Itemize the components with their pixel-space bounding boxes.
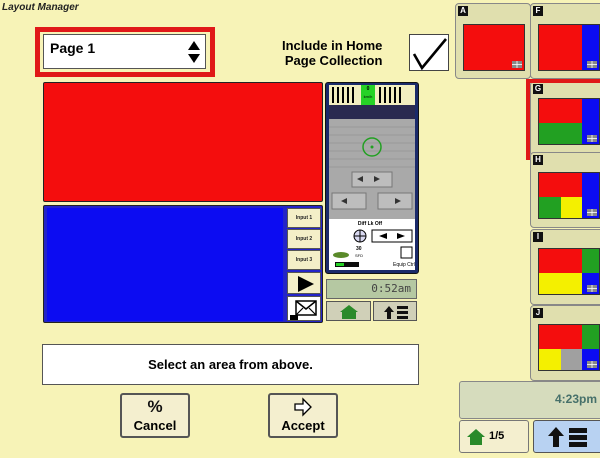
cancel-button[interactable]: % Cancel (120, 393, 190, 438)
layout-thumb-j (538, 324, 600, 371)
layout-letter-a: A (458, 6, 468, 16)
home-page-button[interactable]: 1/5 (459, 420, 529, 453)
up-menu-icon (548, 427, 587, 447)
home-icon (340, 305, 358, 319)
equip-ctrl-label: Equip Ctrl (393, 262, 415, 268)
monitor-dark-bar (329, 105, 415, 119)
layout-letter-h: H (533, 155, 543, 165)
mail-button[interactable] (287, 296, 321, 321)
layout-thumb-a (463, 24, 525, 71)
spinner-arrows-icon[interactable] (187, 40, 201, 64)
grid-icon (587, 209, 597, 216)
grid-icon (587, 361, 597, 368)
layout-thumb-i (538, 248, 600, 295)
layout-thumb-f (538, 24, 600, 71)
checkmark-icon (412, 38, 448, 71)
layout-letter-i: I (533, 232, 543, 242)
play-icon (298, 276, 314, 292)
clock-display: 4:23pm (459, 381, 600, 419)
monitor-menu-button[interactable] (373, 301, 417, 321)
layout-letter-j: J (533, 308, 543, 318)
cancel-label: Cancel (133, 418, 177, 433)
up-menu-icon (384, 306, 408, 319)
accept-button[interactable]: Accept (268, 393, 338, 438)
envelope-icon (290, 300, 317, 320)
monitor-clock: 0:52am (326, 279, 417, 299)
page-selector[interactable]: Page 1 (43, 34, 206, 69)
monitor-field-view (329, 119, 415, 219)
monitor-home-button[interactable] (326, 301, 371, 321)
counter-unit: SFD (355, 253, 363, 258)
include-label: Include in Home Page Collection (282, 38, 383, 68)
selected-layout-highlight (526, 79, 600, 160)
grid-icon (512, 61, 522, 68)
home-icon (467, 429, 485, 445)
speed-value: 0 (366, 86, 370, 92)
input-2-button[interactable]: Input 2 (287, 229, 321, 249)
play-button[interactable] (287, 272, 321, 294)
include-checkbox[interactable] (409, 34, 449, 71)
page-selector-value: Page 1 (50, 40, 96, 56)
video-display (47, 208, 283, 321)
grid-icon (587, 285, 597, 292)
layout-thumb-h (538, 172, 600, 219)
accept-arrow-icon (294, 397, 312, 417)
layout-area-top[interactable] (43, 82, 323, 202)
status-message: Select an area from above. (42, 344, 419, 385)
layout-letter-f: F (533, 6, 543, 16)
input-3-button[interactable]: Input 3 (287, 250, 321, 270)
accept-label: Accept (281, 418, 325, 433)
cancel-icon: % (147, 397, 163, 416)
diff-lock-label: Diff Lk Off (357, 221, 383, 227)
speed-unit: km/h (363, 94, 373, 99)
window-title: Layout Manager (2, 2, 79, 13)
main-menu-button[interactable] (533, 420, 600, 453)
counter-value: 30 (356, 246, 362, 252)
input-1-button[interactable]: Input 1 (287, 208, 321, 228)
page-indicator: 1/5 (489, 430, 505, 442)
grid-icon (587, 61, 597, 68)
field-map (329, 126, 415, 210)
